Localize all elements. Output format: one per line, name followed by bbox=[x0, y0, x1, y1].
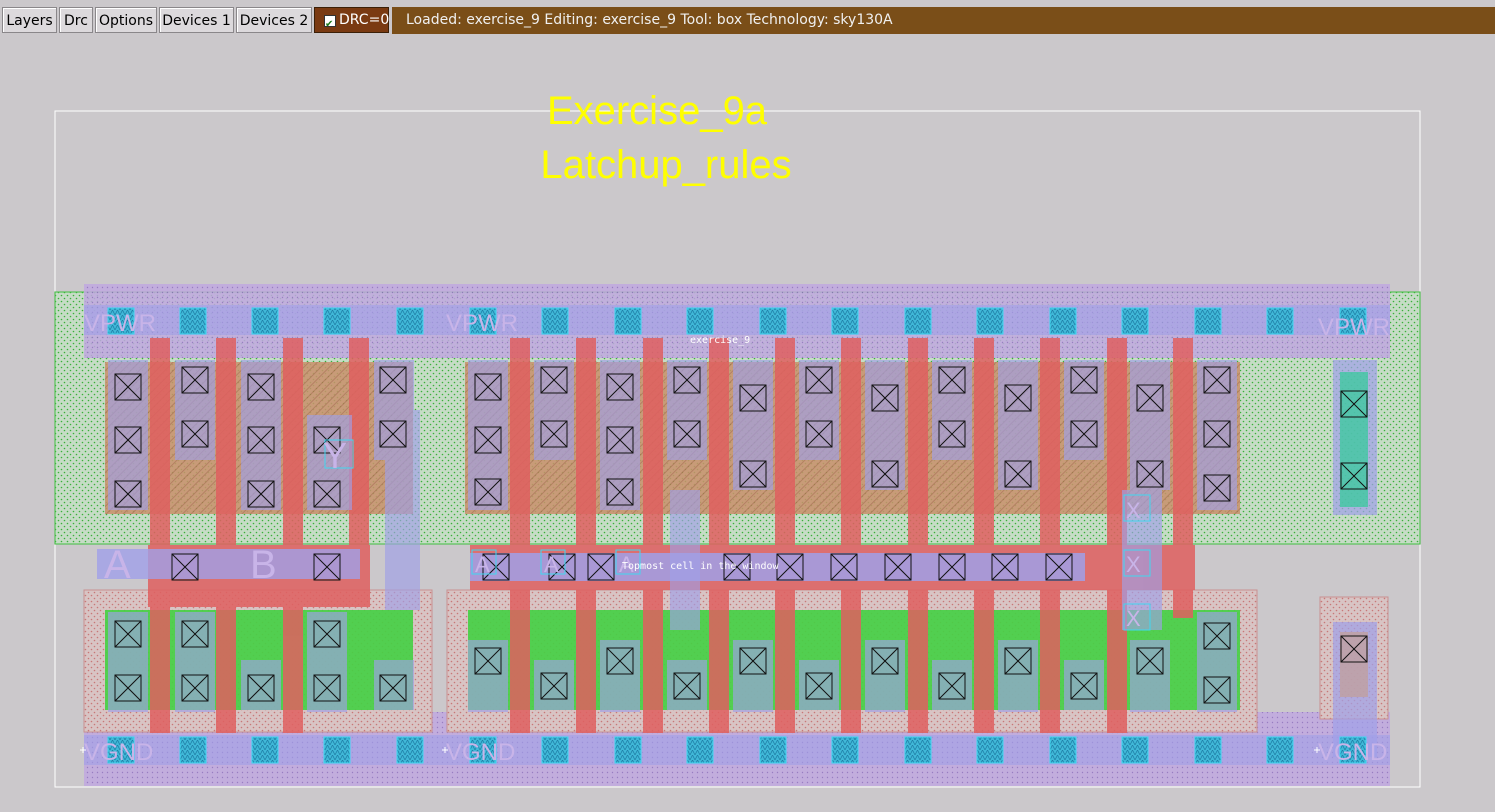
port-a-label-2: A bbox=[475, 552, 490, 577]
vpwr-label-1: VPWR bbox=[84, 310, 156, 337]
cell-name-label: exercise_9 bbox=[690, 335, 750, 346]
drc-menu-button[interactable]: Drc bbox=[59, 7, 93, 33]
layout-canvas[interactable]: Exercise_9a Latchup_rules VPWR VPWR VPWR… bbox=[0, 40, 1495, 808]
port-b-label: B bbox=[250, 543, 277, 587]
devices1-menu-button[interactable]: Devices 1 bbox=[159, 7, 234, 33]
drc-count-label: DRC=0 bbox=[339, 12, 390, 28]
drc-checkbox-icon[interactable] bbox=[324, 13, 336, 37]
layers-menu-button[interactable]: Layers bbox=[2, 7, 57, 33]
tap-cell-bottom-diff bbox=[1340, 632, 1368, 697]
vgnd-label-1: VGND bbox=[84, 739, 153, 766]
port-a-label-3: A bbox=[544, 552, 559, 577]
drc-toggle[interactable]: DRC=0 bbox=[314, 7, 390, 37]
topmost-cell-label: Topmost cell in the window bbox=[622, 561, 780, 572]
vgnd-label-3: VGND bbox=[1318, 739, 1387, 766]
vpwr-label-2: VPWR bbox=[446, 310, 518, 337]
vgnd-label-2: VGND bbox=[446, 739, 515, 766]
toolbar: Layers Drc Options Devices 1 Devices 2 D… bbox=[0, 0, 1495, 40]
status-bar: Loaded: exercise_9 Editing: exercise_9 T… bbox=[392, 7, 1495, 34]
tap-cell-diff bbox=[1340, 372, 1368, 507]
vpwr-metal1-rail bbox=[84, 305, 1390, 335]
layout-title-line1: Exercise_9a bbox=[547, 89, 768, 133]
port-a-label: A bbox=[104, 543, 131, 587]
devices2-menu-button[interactable]: Devices 2 bbox=[236, 7, 312, 33]
layout-title-line2: Latchup_rules bbox=[540, 143, 791, 187]
vpwr-label-3: VPWR bbox=[1318, 314, 1390, 341]
port-y-label: Y bbox=[323, 435, 347, 476]
vgnd-metal1-rail bbox=[84, 735, 1390, 765]
port-x-label-3: X bbox=[1126, 606, 1141, 631]
options-menu-button[interactable]: Options bbox=[95, 7, 157, 33]
port-x-label-2: X bbox=[1126, 552, 1141, 577]
port-x-label-1: X bbox=[1126, 498, 1141, 523]
